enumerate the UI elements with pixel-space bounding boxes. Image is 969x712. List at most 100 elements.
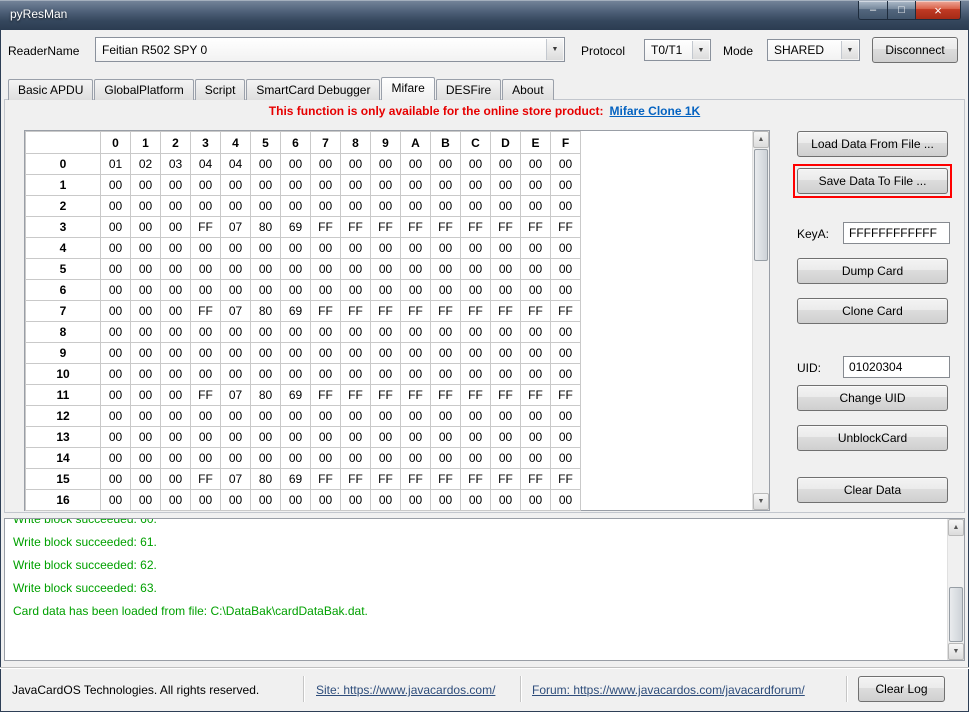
grid-cell[interactable]: 00 [341,280,371,301]
grid-cell[interactable]: 00 [491,343,521,364]
grid-scrollbar-thumb[interactable] [754,149,768,261]
grid-cell[interactable]: 00 [401,280,431,301]
load-data-button[interactable]: Load Data From File ... [797,131,948,157]
grid-cell[interactable]: 00 [551,175,581,196]
grid-cell[interactable]: 00 [191,175,221,196]
grid-cell[interactable]: 00 [131,196,161,217]
grid-cell[interactable]: 00 [431,343,461,364]
grid-cell[interactable]: 00 [191,427,221,448]
close-button[interactable]: × [916,1,961,20]
grid-cell[interactable]: FF [521,469,551,490]
grid-cell[interactable]: 00 [521,280,551,301]
grid-cell[interactable]: 00 [131,175,161,196]
tab-basic-apdu[interactable]: Basic APDU [8,79,93,100]
grid-cell[interactable]: 00 [551,154,581,175]
grid-cell[interactable]: 00 [101,469,131,490]
grid-cell[interactable]: 69 [281,385,311,406]
grid-cell[interactable]: 00 [191,406,221,427]
grid-cell[interactable]: 00 [221,490,251,511]
grid-cell[interactable]: 00 [521,364,551,385]
grid-cell[interactable]: 00 [551,238,581,259]
grid-cell[interactable]: FF [371,217,401,238]
grid-cell[interactable]: 00 [281,259,311,280]
grid-cell[interactable]: 69 [281,469,311,490]
grid-cell[interactable]: 00 [311,238,341,259]
grid-cell[interactable]: 00 [491,175,521,196]
grid-cell[interactable]: 00 [431,259,461,280]
grid-cell[interactable]: 02 [131,154,161,175]
grid-cell[interactable]: 00 [461,427,491,448]
grid-cell[interactable]: 00 [281,238,311,259]
grid-cell[interactable]: 00 [221,280,251,301]
grid-cell[interactable]: 00 [551,196,581,217]
grid-cell[interactable]: 00 [191,364,221,385]
grid-cell[interactable]: FF [401,469,431,490]
grid-cell[interactable]: 00 [551,490,581,511]
grid-cell[interactable]: 00 [311,490,341,511]
grid-cell[interactable]: 00 [431,448,461,469]
grid-cell[interactable]: 00 [311,154,341,175]
grid-cell[interactable]: 00 [521,238,551,259]
grid-cell[interactable]: 00 [401,322,431,343]
grid-cell[interactable]: 00 [521,406,551,427]
grid-cell[interactable]: 00 [431,322,461,343]
grid-cell[interactable]: 00 [491,322,521,343]
grid-cell[interactable]: 00 [251,175,281,196]
reader-dropdown-arrow-icon[interactable]: ▼ [546,39,563,60]
grid-cell[interactable]: FF [491,469,521,490]
grid-cell[interactable]: FF [311,385,341,406]
grid-cell[interactable]: 00 [281,490,311,511]
grid-cell[interactable]: 00 [281,175,311,196]
grid-cell[interactable]: 04 [221,154,251,175]
reader-name-combo[interactable]: Feitian R502 SPY 0 ▼ [95,37,565,62]
grid-cell[interactable]: 00 [281,154,311,175]
grid-cell[interactable]: 00 [341,175,371,196]
grid-cell[interactable]: 00 [101,196,131,217]
grid-cell[interactable]: FF [491,301,521,322]
grid-cell[interactable]: 00 [371,238,401,259]
grid-cell[interactable]: 00 [431,238,461,259]
grid-cell[interactable]: FF [521,385,551,406]
grid-cell[interactable]: 00 [281,406,311,427]
grid-cell[interactable]: 00 [431,280,461,301]
grid-cell[interactable]: 00 [401,406,431,427]
grid-cell[interactable]: 00 [221,196,251,217]
grid-cell[interactable]: 00 [161,280,191,301]
grid-cell[interactable]: 00 [341,427,371,448]
grid-cell[interactable]: 04 [191,154,221,175]
grid-cell[interactable]: FF [461,469,491,490]
grid-cell[interactable]: 00 [461,343,491,364]
grid-cell[interactable]: 00 [131,322,161,343]
grid-cell[interactable]: 00 [131,427,161,448]
grid-cell[interactable]: FF [341,217,371,238]
tab-script[interactable]: Script [195,79,246,100]
grid-cell[interactable]: 00 [401,448,431,469]
grid-cell[interactable]: 00 [101,175,131,196]
grid-cell[interactable]: 00 [221,427,251,448]
grid-cell[interactable]: 00 [431,427,461,448]
grid-cell[interactable]: 00 [281,280,311,301]
grid-cell[interactable]: 00 [491,490,521,511]
grid-cell[interactable]: 00 [551,406,581,427]
grid-cell[interactable]: FF [551,217,581,238]
clone-card-button[interactable]: Clone Card [797,298,948,324]
grid-cell[interactable]: 00 [191,238,221,259]
unblock-card-button[interactable]: UnblockCard [797,425,948,451]
grid-cell[interactable]: 00 [371,406,401,427]
grid-cell[interactable]: FF [341,385,371,406]
grid-cell[interactable]: 00 [491,406,521,427]
grid-cell[interactable]: 00 [431,364,461,385]
grid-cell[interactable]: FF [521,217,551,238]
grid-cell[interactable]: 00 [461,154,491,175]
grid-cell[interactable]: 00 [161,469,191,490]
site-link[interactable]: Site: https://www.javacardos.com/ [316,683,495,697]
mifare-clone-link[interactable]: Mifare Clone 1K [610,104,701,118]
grid-cell[interactable]: 00 [101,259,131,280]
grid-cell[interactable]: 00 [101,364,131,385]
grid-cell[interactable]: 00 [341,196,371,217]
grid-cell[interactable]: 00 [461,448,491,469]
grid-cell[interactable]: 00 [521,427,551,448]
grid-cell[interactable]: 00 [281,364,311,385]
disconnect-button[interactable]: Disconnect [872,37,958,63]
grid-cell[interactable]: 00 [251,406,281,427]
